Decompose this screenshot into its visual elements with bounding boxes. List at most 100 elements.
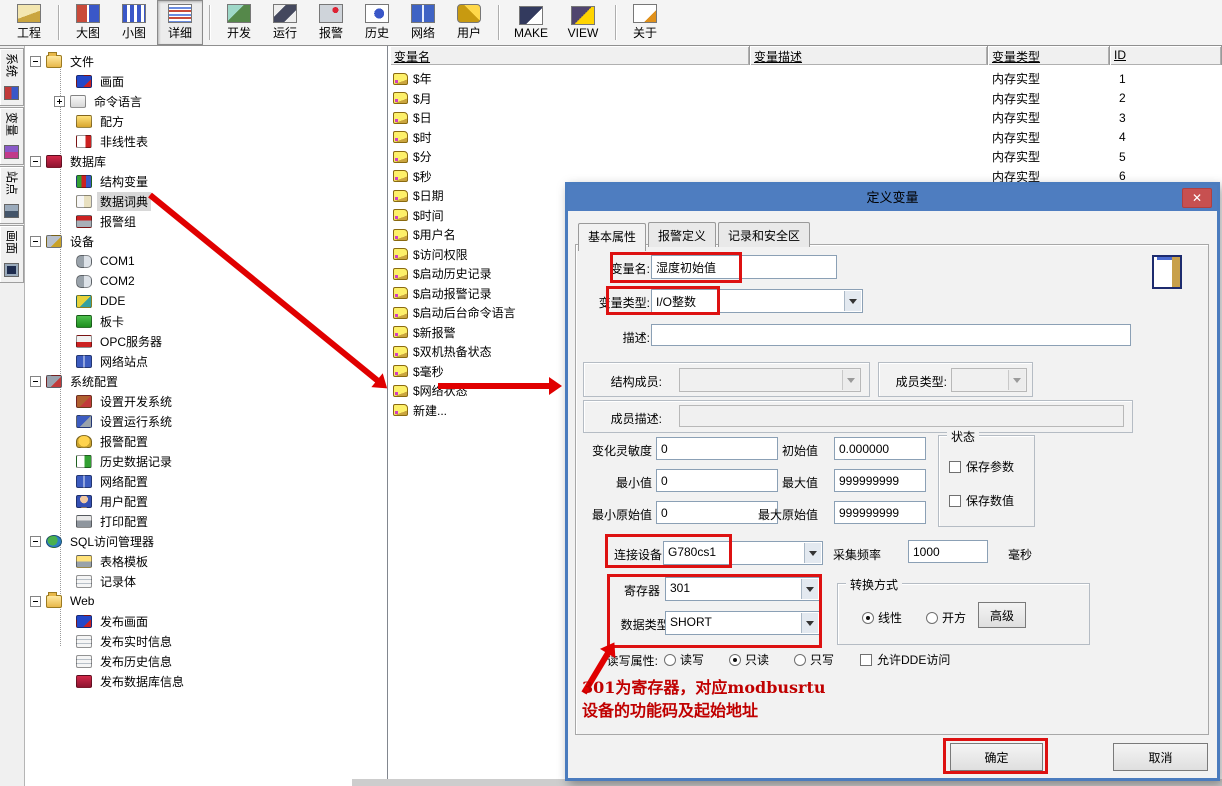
column-header-variable-name[interactable]: 变量名 xyxy=(390,46,750,65)
tree-item-print-config[interactable]: 打印配置 xyxy=(25,511,387,531)
collapse-icon[interactable] xyxy=(30,236,41,247)
toolbar-button-alarm[interactable]: 报警 xyxy=(308,0,354,45)
chevron-down-icon xyxy=(842,370,859,390)
tree-item-com2[interactable]: COM2 xyxy=(25,271,387,291)
tree-item-network-config[interactable]: 网络配置 xyxy=(25,471,387,491)
run-settings-icon xyxy=(76,415,92,428)
column-header-id[interactable]: ID xyxy=(1110,46,1222,65)
toolbar-button-user[interactable]: 用户 xyxy=(446,0,492,45)
max-raw-value-input[interactable] xyxy=(834,501,926,524)
expand-icon[interactable] xyxy=(54,96,65,107)
side-tab-stations[interactable]: 站点 xyxy=(0,166,24,224)
tree-item-sql-access-manager[interactable]: SQL访问管理器 xyxy=(25,531,387,551)
save-params-checkbox[interactable]: 保存参数 xyxy=(949,458,1014,475)
member-type-select[interactable] xyxy=(951,368,1027,392)
tree-item-publish-database-info[interactable]: 发布数据库信息 xyxy=(25,671,387,691)
collapse-icon[interactable] xyxy=(30,156,41,167)
tree-item-database[interactable]: 数据库 xyxy=(25,151,387,171)
table-row[interactable]: $分内存实型5 xyxy=(390,147,1222,167)
toolbar-button-small-icons[interactable]: 小图 xyxy=(111,0,157,45)
tree-item-run-system-settings[interactable]: 设置运行系统 xyxy=(25,411,387,431)
allow-dde-checkbox[interactable]: 允许DDE访问 xyxy=(860,651,950,668)
table-row[interactable]: $年内存实型1 xyxy=(390,69,1222,89)
tree-item-struct-variable[interactable]: 结构变量 xyxy=(25,171,387,191)
description-input[interactable] xyxy=(651,324,1131,346)
read-write-radio[interactable]: 读写 xyxy=(664,651,704,668)
annotation-note: 301为寄存器，对应modbusrtu 设备的功能码及起始地址 xyxy=(582,676,825,722)
member-desc-input[interactable] xyxy=(679,405,1124,427)
tree-item-dde[interactable]: DDE xyxy=(25,291,387,311)
tree-item-alarm-config[interactable]: 报警配置 xyxy=(25,431,387,451)
close-icon[interactable]: ✕ xyxy=(1182,188,1212,208)
tree-item-dev-system-settings[interactable]: 设置开发系统 xyxy=(25,391,387,411)
database-icon xyxy=(46,155,62,168)
toolbar-button-large-icons[interactable]: 大图 xyxy=(65,0,111,45)
tree-item-command-language[interactable]: 命令语言 xyxy=(25,91,387,111)
max-value-input[interactable] xyxy=(834,469,926,492)
tree-item-table-template[interactable]: 表格模板 xyxy=(25,551,387,571)
user-config-icon xyxy=(76,495,92,508)
cancel-button[interactable]: 取消 xyxy=(1113,743,1208,771)
tree-item-recipe[interactable]: 配方 xyxy=(25,111,387,131)
network-config-icon xyxy=(76,475,92,488)
tree-item-board-card[interactable]: 板卡 xyxy=(25,311,387,331)
column-header-variable-desc[interactable]: 变量描述 xyxy=(750,46,988,65)
develop-icon xyxy=(227,4,251,23)
dialog-titlebar[interactable]: 定义变量 ✕ xyxy=(568,185,1217,211)
tree-item-record-body[interactable]: 记录体 xyxy=(25,571,387,591)
variable-icon xyxy=(393,346,408,358)
sample-rate-input[interactable] xyxy=(908,540,988,563)
collapse-icon[interactable] xyxy=(30,596,41,607)
toolbar-button-history[interactable]: 历史 xyxy=(354,0,400,45)
table-row[interactable]: $时内存实型4 xyxy=(390,128,1222,148)
table-row[interactable]: $日内存实型3 xyxy=(390,108,1222,128)
side-tab-variables[interactable]: 变量 xyxy=(0,107,24,165)
read-only-radio[interactable]: 只读 xyxy=(729,651,769,668)
tree-item-history-data-record[interactable]: 历史数据记录 xyxy=(25,451,387,471)
tree-item-publish-realtime-info[interactable]: 发布实时信息 xyxy=(25,631,387,651)
tree-item-nonlinear-table[interactable]: 非线性表 xyxy=(25,131,387,151)
struct-member-select[interactable] xyxy=(679,368,861,392)
tab-alarm-definition[interactable]: 报警定义 xyxy=(648,222,716,247)
table-row[interactable]: $月内存实型2 xyxy=(390,89,1222,109)
linear-radio[interactable]: 线性 xyxy=(862,609,902,626)
tree-item-user-config[interactable]: 用户配置 xyxy=(25,491,387,511)
toolbar-button-network[interactable]: 网络 xyxy=(400,0,446,45)
max-raw-value-label: 最大原始值 xyxy=(738,506,818,523)
tree-item-publish-screen[interactable]: 发布画面 xyxy=(25,611,387,631)
toolbar-button-view[interactable]: VIEW xyxy=(557,0,609,45)
variable-icon xyxy=(393,170,408,182)
initial-value-input[interactable] xyxy=(834,437,926,460)
tree-item-data-dictionary[interactable]: 数据词典 xyxy=(25,191,387,211)
save-value-checkbox[interactable]: 保存数值 xyxy=(949,492,1014,509)
toolbar-button-about[interactable]: 关于 xyxy=(622,0,668,45)
write-only-radio[interactable]: 只写 xyxy=(794,651,834,668)
tab-basic-properties[interactable]: 基本属性 xyxy=(578,223,646,251)
collapse-icon[interactable] xyxy=(30,376,41,387)
tree-item-network-station[interactable]: 网络站点 xyxy=(25,351,387,371)
tree-item-files[interactable]: 文件 xyxy=(25,51,387,71)
advanced-button[interactable]: 高级 xyxy=(978,602,1026,628)
tree-item-screens[interactable]: 画面 xyxy=(25,71,387,91)
tree-item-com1[interactable]: COM1 xyxy=(25,251,387,271)
tree-item-web[interactable]: Web xyxy=(25,591,387,611)
toolbar-button-details[interactable]: 详细 xyxy=(157,0,203,45)
collapse-icon[interactable] xyxy=(30,56,41,67)
toolbar-button-run[interactable]: 运行 xyxy=(262,0,308,45)
variable-icon xyxy=(393,92,408,104)
sqrt-radio[interactable]: 开方 xyxy=(926,609,966,626)
column-header-variable-type[interactable]: 变量类型 xyxy=(988,46,1110,65)
tree-item-system-config[interactable]: 系统配置 xyxy=(25,371,387,391)
side-tab-screens[interactable]: 画面 xyxy=(0,225,24,283)
toolbar-button-project[interactable]: 工程 xyxy=(6,0,52,45)
variable-icon xyxy=(393,365,408,377)
toolbar-button-develop[interactable]: 开发 xyxy=(216,0,262,45)
tree-item-publish-history-info[interactable]: 发布历史信息 xyxy=(25,651,387,671)
member-type-box: 成员类型: xyxy=(878,362,1033,397)
toolbar-button-make[interactable]: MAKE xyxy=(505,0,557,45)
side-tab-system[interactable]: 系统 xyxy=(0,48,24,106)
variables-tab-icon xyxy=(4,145,19,159)
tab-record-and-security[interactable]: 记录和安全区 xyxy=(718,222,810,247)
tree-item-alarm-group[interactable]: 报警组 xyxy=(25,211,387,231)
collapse-icon[interactable] xyxy=(30,536,41,547)
